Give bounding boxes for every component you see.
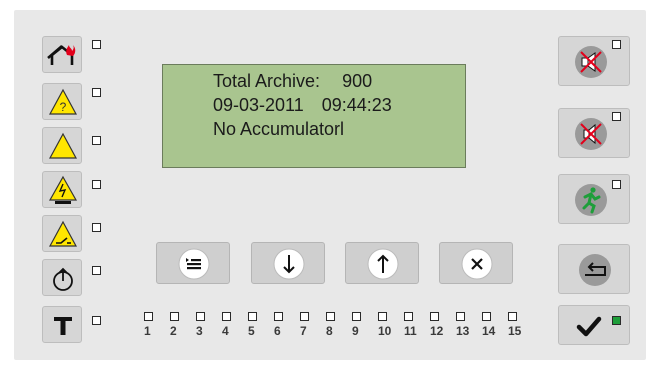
fire-led <box>92 40 101 49</box>
fault-indicator[interactable]: ? <box>42 83 82 120</box>
zone-9: 9 <box>352 312 372 346</box>
confirm-button[interactable] <box>558 305 630 345</box>
zone-15: 15 <box>508 312 528 346</box>
test-icon <box>54 317 72 335</box>
warning-icon <box>48 132 78 159</box>
test-led <box>92 316 101 325</box>
check-icon <box>576 316 602 337</box>
arrow-down-icon <box>273 248 305 280</box>
arrow-up-icon <box>367 248 399 280</box>
zone-number: 7 <box>300 324 307 338</box>
zone-11: 11 <box>404 312 424 346</box>
zone-led <box>274 312 283 321</box>
zone-led <box>378 312 387 321</box>
zone-number: 5 <box>248 324 255 338</box>
warning-power-icon <box>48 175 78 204</box>
zone-3: 3 <box>196 312 216 346</box>
lcd-time: 09:44:23 <box>321 95 392 115</box>
mute-buzzer-led <box>612 112 621 121</box>
zone-number: 9 <box>352 324 359 338</box>
zone-number: 13 <box>456 324 470 338</box>
zone-14: 14 <box>482 312 502 346</box>
general-fault-indicator[interactable] <box>42 127 82 164</box>
zone-number: 10 <box>378 324 392 338</box>
zone-1: 1 <box>144 312 164 346</box>
zone-8: 8 <box>326 312 346 346</box>
lcd-archive-label: Total Archive: <box>213 71 321 91</box>
zone-6: 6 <box>274 312 294 346</box>
menu-icon <box>178 248 210 280</box>
lcd-line-status: No Accumulatorl <box>213 119 345 139</box>
lcd-date: 09-03-2011 <box>213 95 304 115</box>
zone-number: 11 <box>404 324 417 338</box>
scroll-down-button[interactable] <box>251 242 325 284</box>
zone-number: 1 <box>144 324 151 338</box>
zone-led <box>326 312 335 321</box>
zone-led <box>248 312 257 321</box>
lcd-line-datetime: 09-03-2011 09:44:23 <box>213 95 392 116</box>
cancel-button[interactable] <box>439 242 513 284</box>
evacuation-led <box>612 180 621 189</box>
switch-fault-indicator[interactable] <box>42 215 82 252</box>
menu-button[interactable] <box>156 242 230 284</box>
zone-led <box>170 312 179 321</box>
mute-sounder-led <box>612 40 621 49</box>
zone-12: 12 <box>430 312 450 346</box>
zone-number: 15 <box>508 324 522 338</box>
zone-led <box>404 312 413 321</box>
zone-2: 2 <box>170 312 190 346</box>
zone-13: 13 <box>456 312 476 346</box>
fault-led <box>92 88 101 97</box>
zone-led <box>222 312 231 321</box>
zone-number: 4 <box>222 324 229 338</box>
zone-led <box>352 312 361 321</box>
zone-number: 14 <box>482 324 496 338</box>
zone-led <box>430 312 439 321</box>
zone-10: 10 <box>378 312 398 346</box>
zone-number: 6 <box>274 324 281 338</box>
zone-number: 2 <box>170 324 177 338</box>
switch-fault-led <box>92 223 101 232</box>
test-indicator[interactable] <box>42 306 82 343</box>
confirm-led <box>612 316 621 325</box>
svg-text:?: ? <box>60 100 67 114</box>
control-panel <box>14 10 646 360</box>
zone-led <box>144 312 153 321</box>
zone-number: 3 <box>196 324 203 338</box>
return-icon <box>579 254 611 286</box>
zone-5: 5 <box>248 312 268 346</box>
zone-led <box>196 312 205 321</box>
return-button[interactable] <box>558 244 630 294</box>
zone-7: 7 <box>300 312 320 346</box>
disabled-led <box>92 266 101 275</box>
lcd-display: Total Archive: 900 09-03-2011 09:44:23 No … <box>162 64 466 168</box>
fire-house-icon <box>47 45 76 65</box>
cancel-icon <box>461 248 493 280</box>
power-icon <box>53 267 73 291</box>
lcd-archive-value: 900 <box>342 71 373 91</box>
zone-led <box>456 312 465 321</box>
fire-indicator[interactable] <box>42 36 82 73</box>
zone-number: 8 <box>326 324 333 338</box>
zone-led <box>508 312 517 321</box>
lcd-line-archive: Total Archive: 900 <box>213 71 372 92</box>
zone-led <box>482 312 491 321</box>
zone-4: 4 <box>222 312 242 346</box>
disabled-indicator[interactable] <box>42 259 82 296</box>
power-fault-led <box>92 180 101 189</box>
power-fault-indicator[interactable] <box>42 171 82 208</box>
warning-question-icon: ? <box>48 88 78 115</box>
zone-led <box>300 312 309 321</box>
zone-number: 12 <box>430 324 444 338</box>
scroll-up-button[interactable] <box>345 242 419 284</box>
warning-switch-icon <box>48 220 78 247</box>
general-fault-led <box>92 136 101 145</box>
